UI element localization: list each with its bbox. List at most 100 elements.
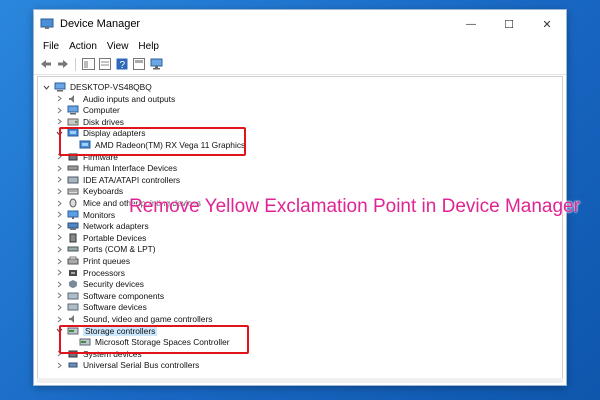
tree-item-label: Computer	[83, 105, 120, 116]
chevron-right-icon[interactable]	[55, 302, 64, 312]
device-manager-app-icon	[40, 18, 54, 29]
hid-icon	[67, 163, 79, 173]
chevron-right-icon[interactable]	[55, 233, 64, 243]
chevron-right-icon[interactable]	[55, 221, 64, 231]
device-tree[interactable]: DESKTOP-VS48QBQ Audio inputs and outputs C…	[37, 76, 563, 379]
tree-category-item[interactable]: Software components	[55, 290, 164, 302]
tree-category-item[interactable]: Human Interface Devices	[55, 162, 177, 174]
close-button[interactable]: ✕	[528, 10, 566, 38]
chevron-right-icon[interactable]	[55, 244, 64, 254]
tree-item-label: Universal Serial Bus controllers	[83, 360, 200, 371]
chevron-right-icon[interactable]	[55, 186, 64, 196]
menu-file[interactable]: File	[38, 41, 64, 52]
back-button[interactable]	[39, 57, 53, 71]
software-icon	[67, 302, 79, 312]
back-arrow-icon	[41, 60, 51, 68]
tree-root-node[interactable]: DESKTOP-VS48QBQ	[42, 81, 152, 93]
show-hide-tree-button[interactable]	[81, 57, 95, 71]
tree-category-item[interactable]: Sound, video and game controllers	[55, 313, 212, 325]
tree-item-label: Human Interface Devices	[83, 163, 178, 174]
properties-icon	[99, 58, 111, 70]
highlight-box-display-adapters	[59, 127, 246, 156]
tree-item-label: Software components	[83, 290, 165, 301]
tree-category-item[interactable]: Universal Serial Bus controllers	[55, 359, 199, 371]
view-list-icon	[81, 58, 95, 70]
chevron-right-icon[interactable]	[55, 163, 64, 173]
chevron-right-icon[interactable]	[55, 360, 64, 370]
security-icon	[67, 279, 79, 289]
tree-item-label: Portable Devices	[83, 232, 147, 243]
printer-icon	[67, 256, 79, 266]
tree-item-label: Software devices	[83, 302, 147, 313]
minimize-icon: —	[466, 18, 476, 30]
properties-button[interactable]	[98, 57, 112, 71]
toolbar-separator	[75, 57, 76, 71]
tree-category-item[interactable]: Print queues	[55, 255, 130, 267]
chevron-right-icon[interactable]	[55, 279, 64, 289]
tree-item-label: Ports (COM & LPT)	[83, 244, 156, 255]
port-icon	[67, 244, 79, 254]
monitor-icon	[67, 210, 79, 220]
tree-item-label: Disk drives	[83, 116, 124, 127]
tree-category-item[interactable]: Audio inputs and outputs	[55, 93, 175, 105]
tree-category-item[interactable]: Ports (COM & LPT)	[55, 243, 156, 255]
window-title: Device Manager	[60, 18, 141, 30]
maximize-icon: ☐	[504, 18, 514, 31]
chevron-right-icon[interactable]	[55, 175, 64, 185]
network-icon	[67, 221, 79, 231]
controller-icon	[67, 175, 79, 185]
title-bar[interactable]: Device Manager — ☐ ✕	[34, 10, 566, 38]
processor-icon	[67, 268, 79, 278]
tree-root-label: DESKTOP-VS48QBQ	[70, 82, 152, 92]
tree-category-item[interactable]: Disk drives	[55, 116, 124, 128]
tree-item-label: Network adapters	[83, 221, 149, 232]
speaker-icon	[67, 314, 79, 324]
tree-category-item[interactable]: Network adapters	[55, 220, 149, 232]
minimize-button[interactable]: —	[452, 10, 490, 38]
speaker-icon	[67, 94, 79, 104]
tree-item-label: Sound, video and game controllers	[83, 314, 213, 324]
status-bar	[37, 378, 563, 383]
overlay-caption: Remove Yellow Exclamation Point in Devic…	[129, 196, 580, 217]
tree-category-item[interactable]: Software devices	[55, 301, 147, 313]
forward-button[interactable]	[56, 57, 70, 71]
maximize-button[interactable]: ☐	[490, 10, 528, 38]
tree-item-label: Security devices	[83, 279, 144, 290]
tree-item-label: IDE ATA/ATAPI controllers	[83, 174, 181, 185]
chevron-right-icon[interactable]	[55, 117, 64, 127]
menu-view[interactable]: View	[102, 41, 134, 52]
mouse-icon	[67, 198, 79, 208]
tree-category-item[interactable]: Processors	[55, 267, 125, 279]
tree-item-label: Processors	[83, 267, 125, 278]
tree-item-label: Audio inputs and outputs	[83, 93, 176, 104]
tree-category-item[interactable]: Portable Devices	[55, 232, 146, 244]
tree-item-label: Monitors	[83, 209, 116, 220]
chevron-right-icon[interactable]	[55, 198, 64, 208]
computer-monitor-icon	[150, 58, 162, 70]
tree-category-item[interactable]: Computer	[55, 104, 120, 116]
chevron-right-icon[interactable]	[55, 256, 64, 266]
help-icon: ?	[116, 58, 128, 70]
svg-text:?: ?	[120, 60, 126, 70]
scan-hardware-button[interactable]	[149, 57, 163, 71]
chevron-right-icon[interactable]	[55, 105, 64, 115]
menu-action[interactable]: Action	[64, 41, 102, 52]
chevron-right-icon[interactable]	[55, 268, 64, 278]
menu-help[interactable]: Help	[133, 41, 164, 52]
chevron-right-icon[interactable]	[55, 314, 64, 324]
computer-icon	[54, 82, 66, 92]
chevron-right-icon[interactable]	[55, 94, 64, 104]
chevron-right-icon[interactable]	[55, 210, 64, 220]
toolbar: ?	[34, 54, 566, 75]
help-button[interactable]: ?	[115, 57, 129, 71]
tree-category-item[interactable]: Monitors	[55, 209, 115, 221]
computer-icon	[67, 105, 79, 115]
tree-category-item[interactable]: IDE ATA/ATAPI controllers	[55, 174, 180, 186]
details-button[interactable]	[132, 57, 146, 71]
expand-collapse-icon[interactable]	[42, 82, 51, 92]
chevron-right-icon[interactable]	[55, 291, 64, 301]
software-icon	[67, 291, 79, 301]
close-icon: ✕	[542, 18, 552, 31]
tree-category-item[interactable]: Security devices	[55, 278, 144, 290]
tree-category-item[interactable]: Keyboards	[55, 185, 123, 197]
